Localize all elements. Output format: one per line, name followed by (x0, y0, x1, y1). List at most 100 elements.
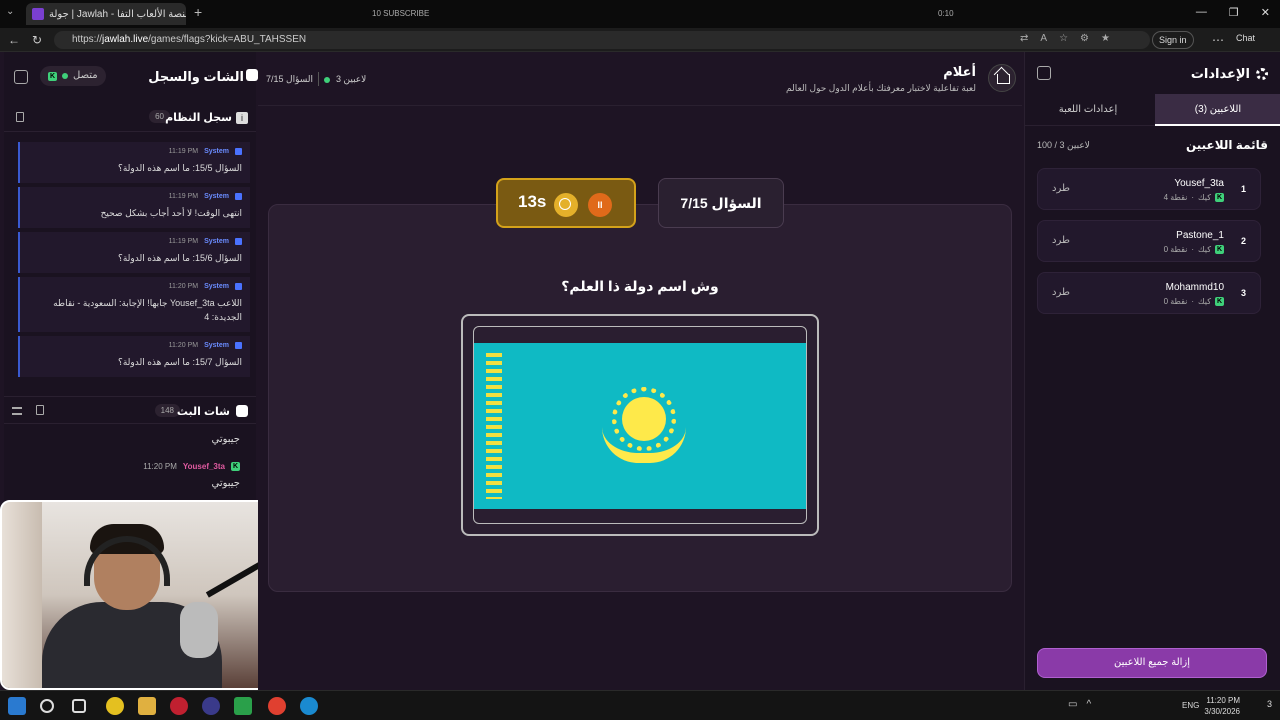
app-icon[interactable] (234, 697, 252, 715)
extensions-icon[interactable]: ⚙ (1080, 33, 1089, 44)
search-icon[interactable] (40, 699, 54, 713)
microphone-icon (180, 602, 218, 658)
player-name: Yousef_3ta (1174, 178, 1224, 189)
list-item: 11:19 PM System السؤال 15/6: ما اسم هذه ا… (18, 232, 250, 273)
divider (318, 72, 319, 86)
widgets-icon[interactable]: ▭ (1068, 699, 1077, 710)
kazakhstan-flag-image (474, 343, 806, 509)
game-area: السؤال 7/15 3 لاعبين أعلام لعبة تفاعلية … (258, 52, 1022, 690)
message-sender: System (204, 238, 229, 245)
stream-overlay-time: 0:10 (938, 9, 954, 18)
system-log-title: سجل النظام (165, 112, 232, 124)
clock-date: 3/30/2026 (1204, 707, 1240, 716)
message-text: اللاعب Yousef_3ta جابها! الإجابة: السعود… (53, 298, 242, 322)
task-view-icon[interactable] (72, 699, 86, 713)
new-tab-icon[interactable]: + (194, 4, 202, 20)
player-points: 0 نقطة (1163, 245, 1188, 254)
player-rank: 1 (1240, 184, 1246, 194)
read-aloud-icon[interactable]: A (1040, 33, 1047, 44)
players-online: 3 لاعبين (324, 74, 366, 85)
streamer-webcam (0, 500, 282, 690)
remove-all-players-button[interactable]: إزالة جميع اللاعبين (1037, 648, 1267, 678)
list-view-icon[interactable] (12, 407, 22, 415)
question-counter-card: السؤال 7/15 (658, 178, 784, 228)
translate-icon[interactable]: ⇄ (1020, 33, 1028, 44)
player-points: 4 نقطة (1163, 193, 1188, 202)
player-rank: 3 (1240, 288, 1246, 298)
webcam-curtain (2, 502, 42, 688)
message-time: 11:19 PM (168, 148, 199, 155)
player-name: Mohammd10 (1165, 282, 1224, 293)
chat-bubble-icon (236, 405, 248, 417)
more-menu-icon[interactable]: ⋯ (1212, 33, 1224, 47)
windows-start-icon[interactable] (8, 697, 26, 715)
edge-icon[interactable] (300, 697, 318, 715)
back-arrow-icon[interactable]: ← (8, 33, 20, 47)
kick-button[interactable]: طرد (1052, 287, 1070, 298)
message-time: 11:20 PM (143, 462, 177, 471)
language-indicator[interactable]: ENG (1182, 701, 1199, 710)
trash-icon[interactable] (36, 405, 44, 415)
window-controls: — ❐ ✕ (1196, 6, 1270, 19)
url-bar[interactable]: https://jawlah.live/games/flags?kick=ABU… (54, 31, 1150, 49)
connection-status-label: متصل (73, 70, 98, 81)
clock[interactable]: 11:20 PM 3/30/2026 (1204, 695, 1240, 717)
list-item: 11:19 PM System انتهى الوقت! لا أحد أجاب … (18, 187, 250, 228)
question-progress: السؤال 7/15 (266, 74, 313, 84)
tab-list-chevron-icon[interactable]: ⌄ (6, 6, 14, 17)
tray-chevron-icon[interactable]: ^ (1086, 699, 1091, 710)
copilot-chat-button[interactable]: Chat (1236, 33, 1255, 43)
player-name: Pastone_1 (1176, 230, 1224, 241)
kick-button[interactable]: طرد (1052, 235, 1070, 246)
collections-icon[interactable]: ★ (1101, 33, 1110, 44)
snapchat-icon[interactable] (106, 697, 124, 715)
kick-logo-icon: K (1215, 297, 1224, 306)
refresh-icon[interactable]: ↻ (32, 33, 42, 47)
separator-dot: · (1191, 297, 1195, 306)
message-time: 11:20 PM (168, 342, 199, 349)
file-explorer-icon[interactable] (138, 697, 156, 715)
system-icon (235, 193, 242, 200)
url-path: /games/flags?kick=ABU_TAHSSEN (148, 34, 307, 45)
trash-icon[interactable] (16, 112, 24, 122)
stream-overlay-subscribe: 10 SUBSCRIBE (372, 9, 430, 18)
separator-dot: · (1191, 193, 1195, 202)
restore-icon[interactable]: ❐ (1229, 6, 1239, 19)
home-icon[interactable] (988, 64, 1016, 92)
system-log-header: 60 سجل النظام i (4, 104, 256, 132)
collapse-panel-icon[interactable] (14, 70, 28, 84)
question-text: وش اسم دولة ذا العلم؟ (561, 278, 719, 294)
pause-button[interactable]: II (588, 193, 612, 217)
message-time: 11:20 PM (168, 283, 199, 290)
tab-players[interactable]: اللاعبين (3) (1155, 94, 1280, 126)
close-window-icon[interactable]: ✕ (1261, 6, 1270, 19)
notification-count[interactable]: 3 (1267, 699, 1272, 709)
player-platform: كيك (1198, 245, 1211, 254)
kick-button[interactable]: طرد (1052, 183, 1070, 194)
chrome-icon[interactable] (268, 697, 286, 715)
settings-title: الإعدادات (1191, 66, 1268, 82)
message-time: 11:19 PM (168, 193, 199, 200)
minimize-icon[interactable]: — (1196, 6, 1207, 19)
windows-taskbar: ▭ ^ ENG 11:20 PM 3/30/2026 3 (0, 690, 1280, 720)
browser-tab-title: جولة | Jawlah - منصة الألعاب التفا... (49, 8, 186, 20)
obs-icon[interactable] (202, 697, 220, 715)
media-player-icon[interactable] (170, 697, 188, 715)
system-icon (235, 238, 242, 245)
game-description: لعبة تفاعلية لاختبار معرفتك بأعلام الدول… (786, 83, 976, 93)
sign-in-button[interactable]: Sign in (1152, 31, 1194, 49)
player-meta: 0 نقطة · كيك K (1164, 245, 1224, 254)
tab-game-settings[interactable]: إعدادات اللعبة (1025, 94, 1151, 126)
chat-panel-title: الشات والسجل (148, 69, 244, 84)
chat-username: Yousef_3ta (182, 462, 225, 471)
flag-eagle (602, 427, 686, 463)
game-header: السؤال 7/15 3 لاعبين أعلام لعبة تفاعلية … (258, 52, 1022, 106)
message-sender: System (204, 283, 229, 290)
browser-tab[interactable]: جولة | Jawlah - منصة الألعاب التفا... ✕ (26, 3, 186, 25)
flag-inner-frame (473, 326, 807, 524)
kick-logo-icon: K (48, 71, 57, 81)
collapse-panel-icon[interactable] (1037, 66, 1051, 80)
favorite-star-icon[interactable]: ☆ (1059, 33, 1068, 44)
player-platform: كيك (1198, 193, 1211, 202)
kick-logo-icon: K (1215, 245, 1224, 254)
